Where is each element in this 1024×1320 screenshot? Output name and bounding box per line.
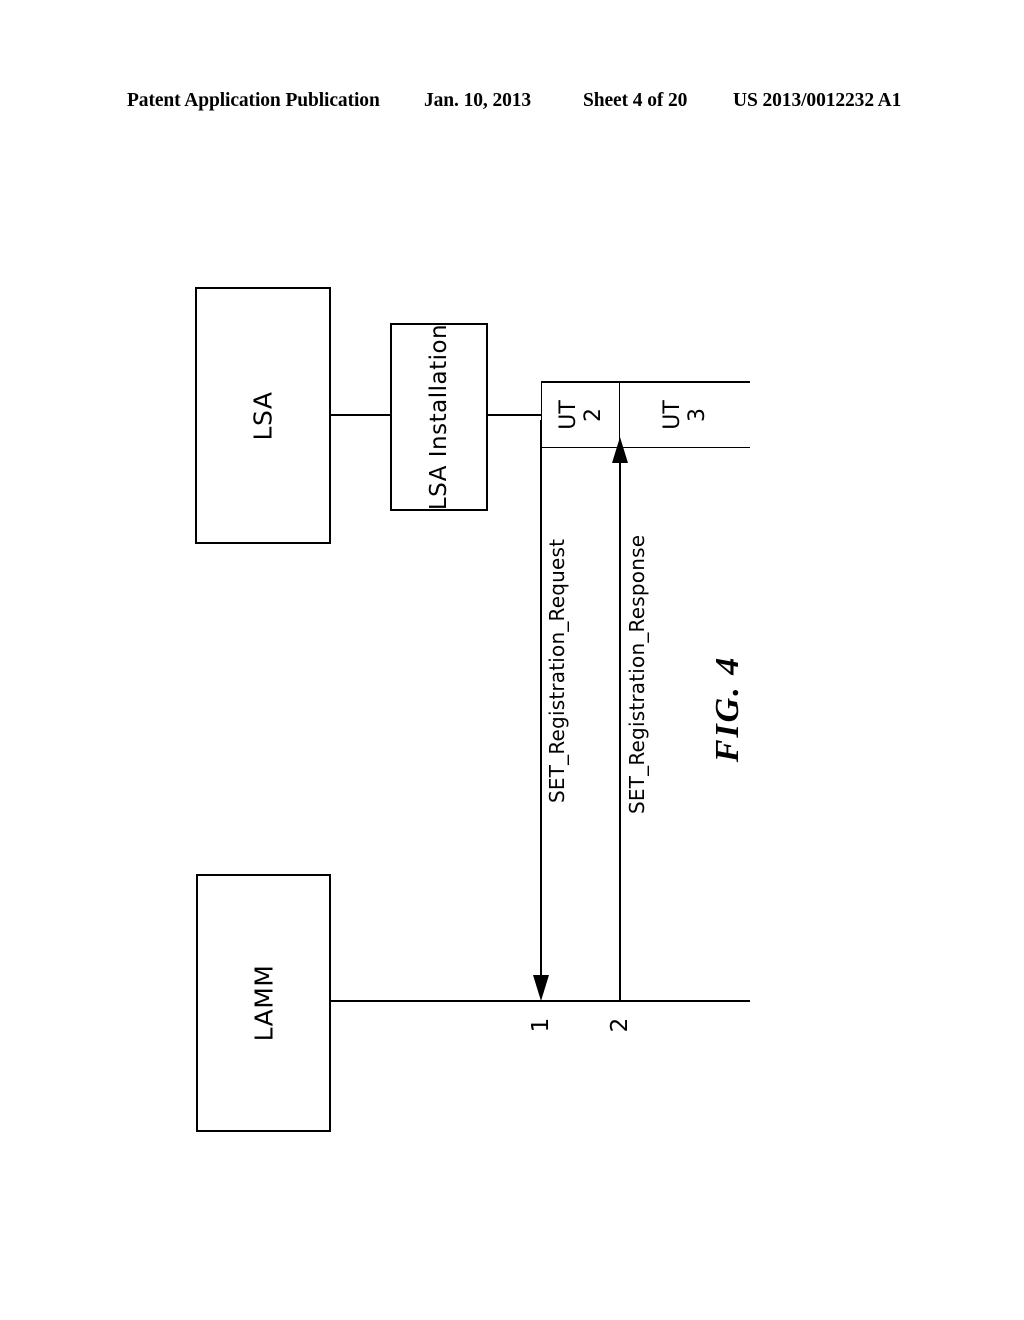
ut-cell-ut3: UT 3 xyxy=(620,383,750,447)
node-lsa-installation-label: LSA Installation xyxy=(426,323,452,511)
arrowhead-set-registration-request xyxy=(533,975,549,1001)
ut-cell-ut2-label: UT 2 xyxy=(555,400,606,430)
connector-installation-to-ut xyxy=(488,414,541,416)
ut-table: UT 2 UT 3 xyxy=(541,381,750,448)
arrowhead-set-registration-response xyxy=(612,437,628,463)
step-number-1: 1 xyxy=(528,1017,554,1033)
ut-cell-ut2: UT 2 xyxy=(541,383,620,447)
ut-cell-ut3-label: UT 3 xyxy=(660,400,710,430)
connector-lsa-to-installation xyxy=(331,414,390,416)
patent-drawing-page: Patent Application Publication Jan. 10, … xyxy=(0,0,1024,1320)
node-lsa-label: LSA xyxy=(248,391,278,440)
message-label-set-registration-response: SET_Registration_Response xyxy=(625,534,649,814)
figure-caption: FIG. 4 xyxy=(709,655,746,763)
figure-4-sequence-diagram: LSA LSA Installation UT 2 UT 3 LAMM SET_… xyxy=(0,0,1024,1320)
message-line-set-registration-response xyxy=(619,448,621,1000)
step-number-2: 2 xyxy=(607,1017,633,1033)
message-line-set-registration-request xyxy=(540,420,542,976)
message-label-set-registration-request: SET_Registration_Request xyxy=(545,538,569,803)
node-lamm-label: LAMM xyxy=(249,964,278,1042)
node-lsa: LSA xyxy=(195,287,331,544)
node-lsa-installation: LSA Installation xyxy=(390,323,488,511)
node-lamm: LAMM xyxy=(196,874,331,1132)
